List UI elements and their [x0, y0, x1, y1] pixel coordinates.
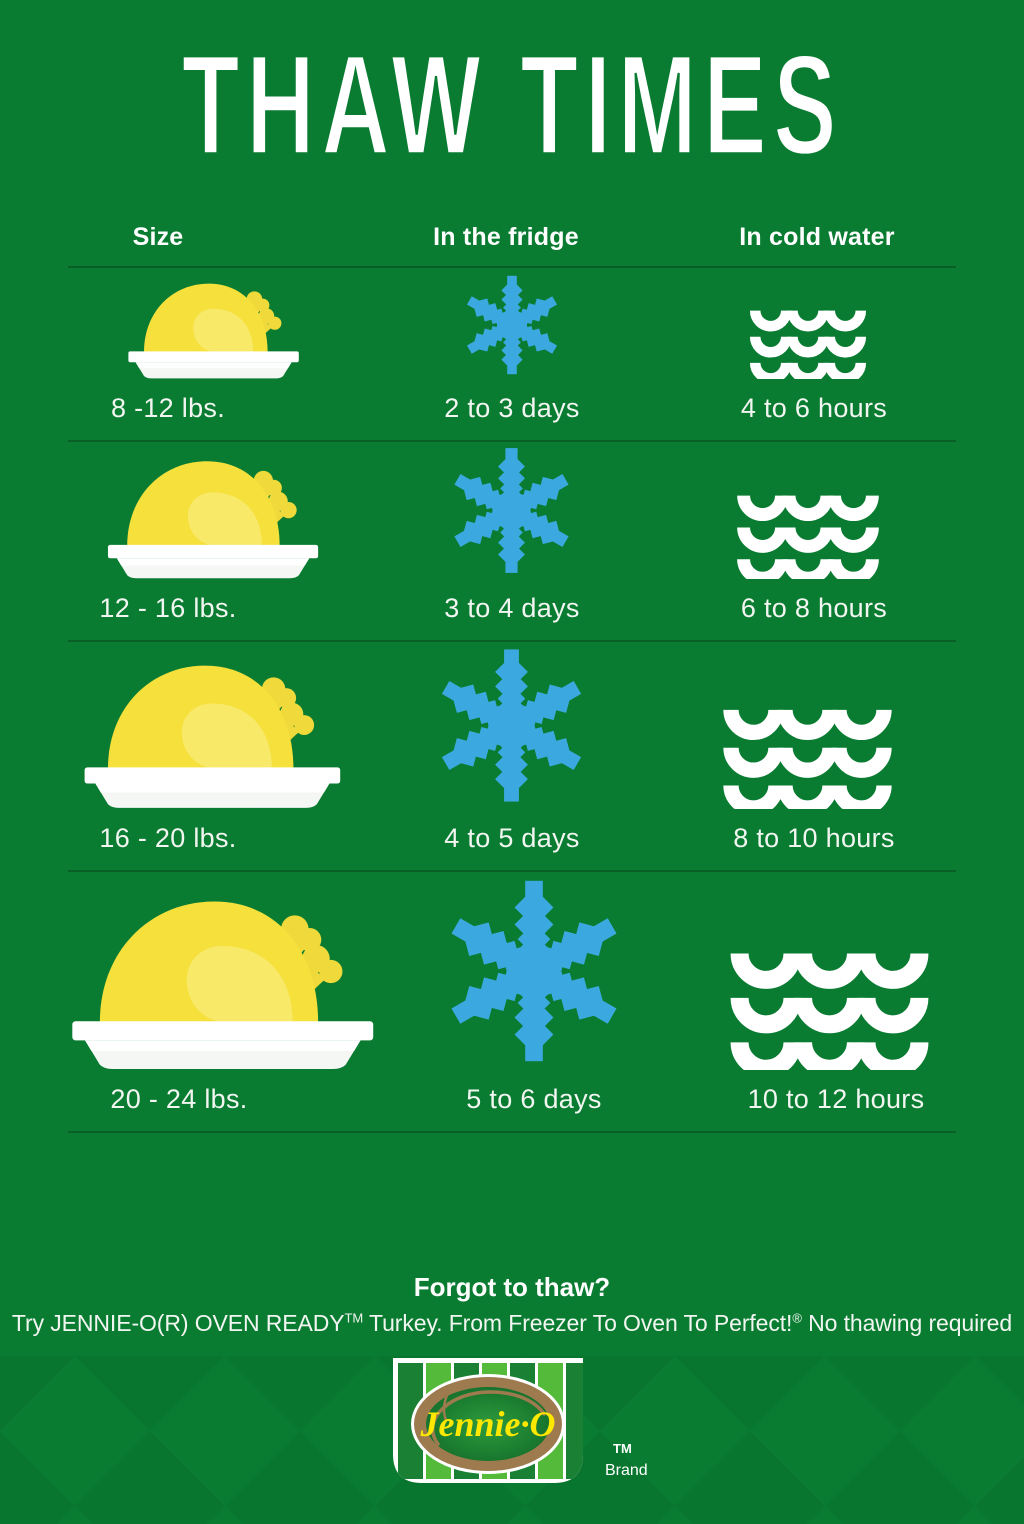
table-header-row: Size In the fridge In cold water [68, 208, 956, 266]
footer-headline: Forgot to thaw? [413, 1272, 611, 1302]
snowflake-icon [451, 880, 617, 1062]
cell-fridge: 4 to 5 days [364, 642, 660, 870]
header-label-water: In cold water [739, 222, 895, 251]
water-waves-icon [737, 495, 879, 579]
jennie-o-logo[interactable]: Jennie·O [390, 1358, 586, 1486]
water-label: 10 to 12 hours [747, 1084, 925, 1114]
tagline-part2: Turkey. From Freezer To Oven To Perfect! [363, 1310, 793, 1336]
divider [68, 1131, 956, 1133]
waves-art [660, 479, 956, 579]
turkey-icon [128, 283, 299, 379]
turkey-icon [84, 665, 341, 808]
turkey-art [68, 268, 364, 379]
header-cell-water: In cold water [660, 223, 956, 252]
turkey-art [68, 874, 386, 1070]
fridge-label: 4 to 5 days [444, 823, 580, 853]
snowflake-icon [454, 448, 570, 573]
turkey-art [68, 642, 364, 809]
cell-fridge: 5 to 6 days [386, 872, 682, 1131]
water-waves-icon [749, 310, 867, 379]
header-label-fridge: In the fridge [433, 222, 579, 251]
logo-tm: TM [613, 1441, 632, 1456]
size-label: 16 - 20 lbs. [99, 823, 237, 853]
header-cell-size: Size [68, 223, 364, 252]
infographic-page: THAW TIMES Size In the fridge In cold wa… [0, 0, 1024, 1524]
water-waves-icon [731, 952, 929, 1070]
cell-size: 20 - 24 lbs. [68, 874, 386, 1131]
table-body: 8 -12 lbs. 2 to 3 days 4 to 6 hours 12 -… [68, 268, 956, 1133]
cell-water: 8 to 10 hours [660, 690, 956, 870]
tagline-part1: Try JENNIE-O(R) OVEN READY [11, 1310, 345, 1336]
turkey-icon [107, 461, 319, 579]
tagline-reg: ® [792, 1310, 802, 1326]
tagline-part3: No thawing required [801, 1310, 1013, 1336]
cell-water: 4 to 6 hours [660, 297, 956, 440]
size-label: 8 -12 lbs. [110, 393, 226, 423]
table-row: 8 -12 lbs. 2 to 3 days 4 to 6 hours [68, 268, 956, 440]
waves-art [660, 297, 956, 379]
cell-fridge: 3 to 4 days [364, 442, 660, 640]
turkey-art [68, 442, 364, 579]
cell-water: 10 to 12 hours [682, 930, 978, 1131]
water-label: 4 to 6 hours [740, 393, 888, 423]
snowflake-art [364, 442, 660, 579]
water-label: 8 to 10 hours [733, 823, 895, 853]
header-label-size: Size [132, 222, 184, 251]
cell-size: 16 - 20 lbs. [68, 642, 364, 870]
snowflake-art [364, 642, 660, 809]
snowflake-art [364, 271, 660, 379]
tagline-tm: TM [344, 1310, 364, 1326]
snowflake-icon [442, 649, 582, 802]
snowflake-icon [466, 275, 557, 375]
page-title-text: THAW TIMES [181, 33, 842, 176]
size-label: 12 - 16 lbs. [99, 593, 237, 623]
fridge-label: 5 to 6 days [466, 1084, 602, 1114]
turkey-icon [72, 901, 374, 1069]
waves-art [660, 690, 956, 809]
cell-water: 6 to 8 hours [660, 479, 956, 640]
thaw-times-table: Size In the fridge In cold water 8 -12 l… [68, 208, 956, 1133]
fridge-label: 2 to 3 days [444, 393, 580, 423]
water-waves-icon [723, 709, 893, 809]
size-label: 20 - 24 lbs. [110, 1084, 248, 1114]
logo-brand-label: Brand [605, 1462, 648, 1479]
page-title: THAW TIMES [0, 33, 1024, 176]
table-row: 20 - 24 lbs. 5 to 6 days 10 to 12 hours [68, 872, 956, 1131]
table-row: 16 - 20 lbs. 4 to 5 days 8 to 10 hours [68, 642, 956, 870]
cell-size: 8 -12 lbs. [68, 268, 364, 440]
cell-fridge: 2 to 3 days [364, 271, 660, 440]
table-row: 12 - 16 lbs. 3 to 4 days 6 to 8 hours [68, 442, 956, 640]
svg-text:Jennie·O: Jennie·O [420, 1404, 556, 1444]
cell-size: 12 - 16 lbs. [68, 442, 364, 640]
header-cell-fridge: In the fridge [364, 223, 660, 252]
fridge-label: 3 to 4 days [444, 593, 580, 623]
snowflake-art [386, 872, 682, 1070]
jennie-o-logo-icon: Jennie·O [393, 1358, 583, 1483]
footer-tagline: Try JENNIE-O(R) OVEN READYTM Turkey. Fro… [0, 1310, 1024, 1337]
water-label: 6 to 8 hours [740, 593, 888, 623]
waves-art [682, 930, 978, 1070]
